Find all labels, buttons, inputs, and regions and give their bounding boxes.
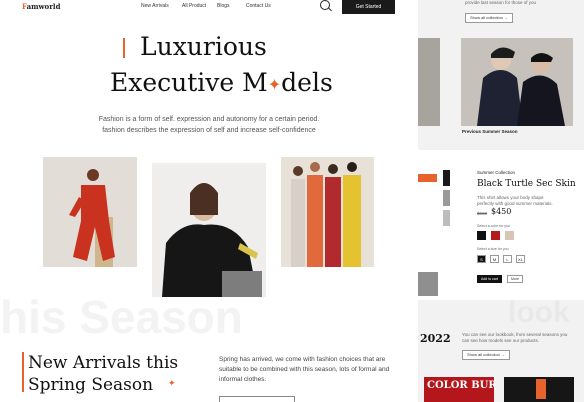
- size-xl[interactable]: XL: [516, 255, 525, 263]
- logo-text: amworld: [26, 2, 61, 11]
- color-swatch-red[interactable]: [491, 231, 500, 240]
- model-photo-red-suit: [43, 157, 137, 267]
- star-icon: ✦: [168, 378, 176, 388]
- diamond-icon: ✦: [267, 75, 282, 94]
- show-all-collection-button[interactable]: Show all collection →: [465, 13, 513, 23]
- new-arrivals-title-line2: Spring Season: [28, 375, 154, 395]
- background-watermark: his Season: [0, 291, 243, 343]
- nav-contact-us[interactable]: Contact Us: [246, 3, 271, 9]
- product-thumbnail-2[interactable]: [443, 190, 450, 206]
- model-photo-black-blazer: [152, 163, 266, 297]
- side-top-text: provide last season for those of you: [465, 0, 537, 5]
- hero-subtitle: Fashion is a form of self. expression an…: [98, 116, 320, 134]
- sale-tag: [418, 174, 437, 182]
- top-navbar: Famworld New Arrivals All Product Blogs …: [0, 0, 418, 14]
- product-title: Black Turtle Sec Skin: [477, 179, 576, 189]
- new-arrivals-description: Spring has arrived, we come with fashion…: [219, 356, 390, 383]
- nav-blogs[interactable]: Blogs: [217, 3, 230, 9]
- magazine-cover-black[interactable]: [504, 377, 574, 402]
- product-thumbnail-1[interactable]: [443, 170, 450, 186]
- hero-title-line1: Luxurious: [140, 32, 267, 61]
- show-all-collection-button-2[interactable]: Show all collection →: [462, 350, 510, 360]
- product-thumbnail-3[interactable]: [443, 210, 450, 226]
- color-swatch-beige[interactable]: [505, 231, 514, 240]
- add-to-cart-button[interactable]: Add to cart: [477, 275, 502, 283]
- arrivals-accent-bar: [22, 352, 24, 392]
- collection-label: Summer Collection: [477, 170, 516, 175]
- current-price: $450: [491, 207, 512, 216]
- show-all-label: Show all collection: [469, 15, 503, 20]
- product-side-photo: [418, 272, 438, 296]
- hero-line2-end: dels: [281, 68, 333, 97]
- size-select-label: Select a size for you: [477, 247, 509, 251]
- nav-all-product[interactable]: All Product: [182, 3, 206, 9]
- landing-page-main: Famworld New Arrivals All Product Blogs …: [0, 0, 418, 402]
- brand-logo[interactable]: Famworld: [22, 2, 60, 11]
- side-watermark: look: [508, 296, 570, 329]
- hero-line2-start: Executive M: [110, 68, 268, 97]
- nav-new-arrivals[interactable]: New Arrivals: [141, 3, 169, 9]
- arrow-right-icon: →: [504, 15, 509, 20]
- side-preview-panel: provide last season for those of you Sho…: [418, 0, 584, 402]
- hero-accent-bar: [123, 38, 125, 58]
- size-m[interactable]: M: [490, 255, 499, 263]
- year-title: 2022: [420, 332, 451, 345]
- new-arrivals-title: New Arrivals this Spring Season: [28, 352, 178, 396]
- previous-season-label: Previous Summer Season: [462, 129, 518, 134]
- magazine-title: COLOR BURN: [427, 380, 494, 391]
- more-button[interactable]: More: [507, 275, 523, 283]
- magazine-accent: [536, 379, 546, 399]
- color-swatch-black[interactable]: [477, 231, 486, 240]
- new-arrivals-button[interactable]: [219, 396, 295, 402]
- get-started-button[interactable]: Get Started: [342, 0, 395, 14]
- new-arrivals-title-line1: New Arrivals this: [28, 353, 179, 373]
- hero-title-line2: Executive M✦dels: [110, 68, 333, 97]
- color-select-label: Select a color for you: [477, 224, 510, 228]
- model-photo-group: [281, 157, 374, 267]
- show-all-label-2: Show all collection: [466, 352, 500, 357]
- old-price: $530: [477, 211, 488, 216]
- lookbook-text: You can see our lookbook, from several s…: [462, 332, 568, 343]
- size-s[interactable]: S: [477, 255, 486, 263]
- side-photo-left: [418, 38, 440, 126]
- size-l[interactable]: L: [503, 255, 512, 263]
- arrow-right-icon: →: [501, 352, 506, 357]
- search-icon[interactable]: [320, 0, 330, 10]
- side-photo-models: [461, 38, 573, 126]
- magazine-cover-red[interactable]: COLOR BURN: [424, 377, 494, 402]
- product-description: This shirt allows your body shape perfec…: [477, 195, 553, 206]
